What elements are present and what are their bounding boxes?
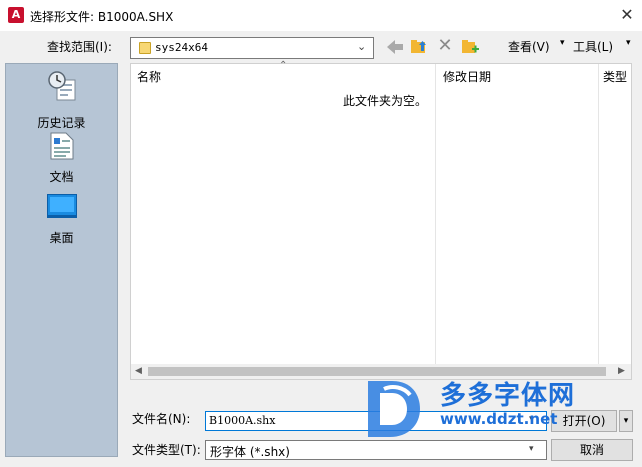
back-arrow-icon[interactable] (386, 39, 404, 55)
filename-label: 文件名(N): (132, 412, 191, 426)
place-history[interactable]: 历史记录 (6, 70, 117, 130)
scroll-left-icon[interactable]: ◀ (135, 366, 142, 376)
window-title: 选择形文件: B1000A.SHX (30, 10, 174, 24)
place-history-label: 历史记录 (37, 116, 86, 130)
place-desktop[interactable]: 桌面 (6, 190, 117, 246)
history-icon (47, 70, 77, 105)
view-dropdown-icon[interactable]: ▾ (560, 38, 565, 48)
lookin-value: sys24x64 (155, 41, 208, 54)
filetype-label: 文件类型(T): (132, 443, 201, 457)
folder-icon (139, 42, 151, 54)
column-header-date[interactable]: 修改日期 (443, 68, 491, 85)
title-bar: A 选择形文件: B1000A.SHX ✕ (0, 0, 642, 31)
open-button[interactable]: 打开(O) (551, 410, 617, 432)
new-folder-icon[interactable] (461, 37, 479, 55)
watermark-url: www.ddzt.net (440, 410, 558, 428)
empty-folder-message: 此文件夹为空。 (343, 94, 428, 108)
place-desktop-label: 桌面 (49, 231, 74, 245)
places-bar: 历史记录 文档 桌面 (5, 63, 118, 457)
open-options-dropdown-icon[interactable]: ▾ (619, 410, 633, 432)
place-documents-label: 文档 (49, 170, 74, 184)
cancel-button[interactable]: 取消 (551, 439, 633, 461)
tools-dropdown-icon[interactable]: ▾ (626, 38, 631, 48)
watermark-text: 多多字体网 (440, 381, 576, 411)
scroll-right-icon[interactable]: ▶ (618, 366, 625, 376)
file-list[interactable]: 名称 ⌃ 修改日期 类型 此文件夹为空。 ◀ ▶ (130, 60, 632, 380)
up-folder-icon[interactable] (410, 37, 428, 55)
chevron-down-icon[interactable]: ⌄ (357, 40, 366, 53)
column-divider[interactable] (598, 64, 599, 364)
filetype-select[interactable]: 形字体 (*.shx) (205, 440, 547, 460)
column-header-name[interactable]: 名称 (137, 68, 161, 85)
sort-ascending-icon: ⌃ (279, 60, 288, 71)
filetype-dropdown-icon[interactable]: ▾ (529, 444, 534, 454)
lookin-combo[interactable]: sys24x64 ⌄ (130, 37, 374, 59)
autocad-app-icon: A (8, 7, 24, 23)
column-header-type[interactable]: 类型 (603, 68, 627, 85)
desktop-icon (47, 194, 77, 221)
close-icon[interactable]: ✕ (616, 4, 638, 26)
view-menu[interactable]: 查看(V) (508, 38, 550, 55)
place-documents[interactable]: 文档 (6, 130, 117, 190)
lookin-label: 查找范围(I): (47, 40, 112, 54)
watermark-logo (362, 377, 422, 439)
column-divider[interactable] (435, 64, 436, 364)
delete-icon[interactable]: ✕ (436, 37, 454, 55)
documents-icon (50, 132, 74, 163)
tools-menu[interactable]: 工具(L) (573, 38, 613, 55)
